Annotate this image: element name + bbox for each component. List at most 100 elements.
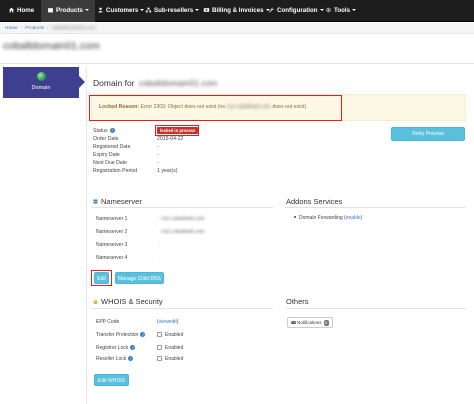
others-divider <box>285 308 466 309</box>
chevron-down-icon <box>84 9 89 11</box>
globe-icon <box>37 72 46 81</box>
domain-heading-prefix: Domain for <box>93 78 135 88</box>
divider <box>0 63 474 64</box>
wrench-icon <box>269 7 274 13</box>
users-icon <box>98 7 103 13</box>
help-icon[interactable]: ? <box>140 332 146 337</box>
notifications-button[interactable]: Notifications 0 <box>287 317 333 328</box>
expiry-date-label: Expiry Date <box>93 152 120 158</box>
reseller-lock-label: Reseller Lock? <box>96 356 134 362</box>
whois-heading-label: WHOIS & Security <box>101 297 163 306</box>
nav-billing-label: Billing & Invoices <box>212 7 264 14</box>
nameserver-heading-label: Nameserver <box>101 197 142 206</box>
box-icon <box>48 8 53 13</box>
alert-message-start: Error 2303: Object does not exist (ns <box>140 104 226 110</box>
notifications-count-badge: 0 <box>323 320 329 326</box>
others-heading: Others <box>286 297 309 306</box>
nav-configuration[interactable]: Configuration <box>268 0 324 22</box>
nav-products-label: Products <box>56 7 83 14</box>
nav-home-label: Home <box>17 7 35 14</box>
nameserver-1-label: Nameserver 1 <box>96 216 128 222</box>
edit-highlight-box <box>91 270 112 286</box>
order-date-label: Order Date <box>93 136 119 142</box>
registration-period-label: Registration Period <box>93 168 138 174</box>
nameserver-4-value: : <box>159 255 161 261</box>
enable-forwarding-link[interactable]: enable <box>346 215 361 221</box>
tab-domain[interactable]: Domain <box>3 67 85 98</box>
breadcrumb-current: cobaltdomain01.com <box>51 26 96 31</box>
registrar-lock-checkbox[interactable] <box>157 345 162 350</box>
money-icon <box>203 8 210 12</box>
help-icon[interactable]: ? <box>128 356 134 361</box>
nav-billing[interactable]: Billing & Invoices <box>203 0 270 22</box>
whois-heading: WHOIS & Security <box>93 297 163 306</box>
transfer-protection-label-text: Transfer Protection <box>96 332 139 338</box>
nameserver-divider <box>91 207 273 208</box>
alert-text: Locked Reason: Error 2303: Object does n… <box>99 104 306 110</box>
badge-highlight-box <box>155 125 199 136</box>
registrar-lock-value: Enabled <box>157 345 183 351</box>
domain-heading: Domain for cobaltdomain01.com <box>93 78 217 88</box>
status-label-row: Status? <box>93 128 115 134</box>
nameserver-2-label: Nameserver 2 <box>96 229 128 235</box>
home-icon <box>9 7 14 13</box>
chevron-down-icon <box>195 9 200 11</box>
addon-domain-forwarding: Domain Forwarding (enable) <box>294 215 362 221</box>
chevron-down-icon <box>140 9 145 11</box>
nav-tools[interactable]: Tools <box>325 0 357 22</box>
reseller-lock-value: Enabled <box>157 356 183 362</box>
nav-home[interactable]: Home <box>8 0 34 22</box>
next-due-date-value: - <box>157 160 159 166</box>
alert-message-hidden: ns1.cobaltweb.com <box>226 104 271 110</box>
retry-process-button[interactable]: Retry Process <box>391 127 465 141</box>
registered-date-label: Registered Date <box>93 144 131 150</box>
lock-icon <box>93 299 98 304</box>
breadcrumb-home[interactable]: Home <box>5 26 18 31</box>
chevron-down-icon <box>319 9 324 11</box>
top-navbar: Home Products Customers Sub-resellers Bi… <box>0 0 474 22</box>
nav-customers[interactable]: Customers <box>97 0 145 22</box>
transfer-protection-label: Transfer Protection? <box>96 332 146 338</box>
alert-label: Locked Reason: <box>99 104 140 110</box>
alert-message-end: does not exist) <box>272 104 307 110</box>
content-border <box>86 67 87 404</box>
nav-sub-resellers[interactable]: Sub-resellers <box>145 0 200 22</box>
nav-products[interactable]: Products <box>41 0 95 22</box>
nameserver-1-value: : ns1.cobaltweb.com <box>159 216 205 222</box>
addons-divider <box>285 207 466 208</box>
edit-whois-button[interactable]: Edit WHOIS <box>94 374 129 386</box>
page-title: cobaltdomain01.com <box>3 40 100 52</box>
next-due-date-label: Next Due Date <box>93 160 128 166</box>
epp-view-edit-link[interactable]: viewedit <box>159 319 177 325</box>
reseller-lock-label-text: Reseller Lock <box>96 356 127 362</box>
manage-child-dns-button[interactable]: Manage Child DNS <box>115 272 164 284</box>
registrar-lock-label: Registrar Lock? <box>96 345 136 351</box>
transfer-protection-checkbox[interactable] <box>157 332 162 337</box>
registrar-lock-label-text: Registrar Lock <box>96 345 129 351</box>
notifications-label: Notifications <box>297 320 322 325</box>
status-label: Status <box>93 128 108 134</box>
help-icon[interactable]: ? <box>130 345 136 350</box>
help-icon[interactable]: ? <box>109 128 115 133</box>
sitemap-icon <box>145 7 152 13</box>
addons-heading: Addons Services <box>286 197 343 206</box>
domain-heading-name: cobaltdomain01.com <box>138 78 218 88</box>
nameserver-3-label: Nameserver 3 <box>96 242 128 248</box>
nameserver-2-value: : ns2.cobaltweb.com <box>159 229 205 235</box>
envelope-icon <box>291 320 296 324</box>
reseller-lock-checkbox[interactable] <box>157 356 162 361</box>
breadcrumb-products[interactable]: Products <box>25 26 44 31</box>
whois-divider <box>91 308 273 309</box>
nav-configuration-label: Configuration <box>277 7 318 14</box>
addon-item-label: Domain Forwarding <box>299 215 343 221</box>
nav-sub-resellers-label: Sub-resellers <box>154 7 194 14</box>
nav-customers-label: Customers <box>106 7 139 14</box>
transfer-protection-status: Enabled <box>165 332 184 338</box>
registrar-lock-status: Enabled <box>165 345 184 351</box>
bullet <box>294 216 296 218</box>
chevron-down-icon <box>352 9 357 11</box>
gear-icon <box>326 7 331 13</box>
registration-period-value: 1 year(s) <box>157 168 178 174</box>
tab-arrow <box>79 76 85 88</box>
nameserver-heading: Nameserver <box>93 197 142 206</box>
